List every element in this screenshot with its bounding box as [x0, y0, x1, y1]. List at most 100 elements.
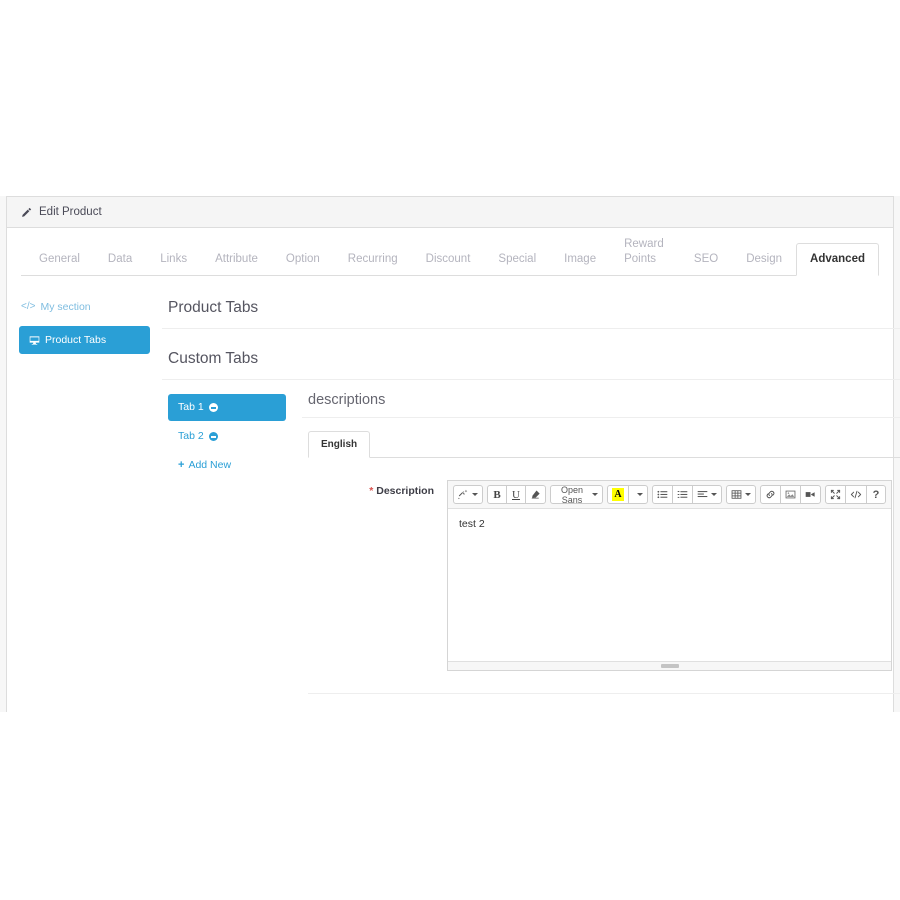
window-icon [29, 335, 40, 346]
custom-tab-2-link[interactable]: Tab 2 [168, 423, 286, 450]
eraser-icon[interactable] [525, 485, 546, 504]
tab-seo-link[interactable]: SEO [680, 243, 732, 276]
my-setting-form-row: * my setting [302, 694, 900, 712]
tab-design-link[interactable]: Design [732, 243, 796, 276]
tab-data-link[interactable]: Data [94, 243, 146, 276]
description-label: * Description [302, 480, 447, 498]
tab-option-link[interactable]: Option [272, 243, 334, 276]
tab-links[interactable]: Links [146, 243, 201, 276]
add-new-tab-button[interactable]: + Add New [168, 452, 286, 478]
custom-tabs-list: Tab 1 Tab 2 [168, 394, 286, 450]
unordered-list-icon[interactable] [652, 485, 674, 504]
picture-icon[interactable] [780, 485, 802, 504]
tab-option[interactable]: Option [272, 243, 334, 276]
custom-tab-1-link[interactable]: Tab 1 [168, 394, 286, 421]
sidebar-item-my-section-label: My section [40, 301, 91, 313]
custom-tabs-column: Tab 1 Tab 2 + Add New [162, 380, 286, 712]
advanced-main: Product Tabs Custom Tabs Tab 1 Tab 2 + A… [162, 276, 900, 712]
panel-title-text: Edit Product [39, 206, 102, 218]
sidebar-item-my-section[interactable]: </> My section [19, 298, 150, 316]
sidebar-item-product-tabs-label: Product Tabs [45, 334, 107, 346]
bold-icon[interactable]: B [487, 485, 507, 504]
add-new-tab-label: Add New [188, 459, 232, 471]
chevron-down-icon [592, 493, 599, 496]
chevron-down-icon [636, 493, 643, 496]
font-family-value: Open Sans [561, 484, 584, 505]
browser-viewport: Edit Product General Data Links Attribut… [0, 196, 900, 712]
editor-resize-handle[interactable] [660, 664, 679, 668]
highlight-a-glyph: A [612, 488, 625, 501]
tab-general[interactable]: General [25, 243, 94, 276]
magic-wand-icon[interactable] [453, 485, 483, 504]
video-icon[interactable] [800, 485, 822, 504]
custom-tab-pane: descriptions English * Description B U O… [286, 380, 900, 712]
paragraph-align-icon[interactable] [692, 485, 723, 504]
description-form-row: * Description B U Open Sans A ? test 2 [302, 458, 900, 671]
custom-tabs-row: Tab 1 Tab 2 + Add New descriptions Engli… [162, 380, 900, 712]
tab-seo[interactable]: SEO [680, 243, 732, 276]
tab-recurring-link[interactable]: Recurring [334, 243, 412, 276]
descriptions-title: descriptions [302, 380, 900, 418]
editor-toolbar: B U Open Sans A ? [448, 481, 892, 509]
toolbar-group-format: B U [487, 485, 546, 504]
text-color-dropdown[interactable] [628, 485, 649, 504]
minus-circle-icon[interactable] [208, 432, 218, 441]
description-control: B U Open Sans A ? test 2 [447, 480, 900, 671]
page-title: Edit Product [21, 206, 102, 218]
tab-recurring[interactable]: Recurring [334, 243, 412, 276]
toolbar-group-lists [652, 485, 723, 504]
tab-discount-link[interactable]: Discount [412, 243, 485, 276]
toolbar-group-color: A [607, 485, 649, 504]
tab-image[interactable]: Image [550, 243, 610, 276]
tab-advanced[interactable]: Advanced [796, 243, 879, 276]
text-color-icon[interactable]: A [607, 485, 630, 504]
plus-icon: + [178, 458, 185, 471]
edit-product-panel: Edit Product General Data Links Attribut… [6, 196, 900, 712]
tab-discount[interactable]: Discount [412, 243, 485, 276]
tab-design[interactable]: Design [732, 243, 796, 276]
link-icon[interactable] [760, 485, 782, 504]
font-family-dropdown[interactable]: Open Sans [550, 484, 604, 505]
panel-body: General Data Links Attribute Option Recu… [7, 238, 900, 712]
screenshot-root: Edit Product General Data Links Attribut… [0, 0, 900, 900]
description-editable-area[interactable]: test 2 [448, 509, 892, 661]
underline-icon[interactable]: U [506, 485, 526, 504]
tab-english[interactable]: English [308, 431, 371, 458]
tab-links-link[interactable]: Links [146, 243, 201, 276]
custom-tab-1-label: Tab 1 [178, 401, 204, 413]
chevron-down-icon [745, 493, 752, 496]
chevron-down-icon [472, 493, 478, 496]
minus-circle-icon[interactable] [208, 403, 218, 412]
code-icon: </> [21, 301, 36, 312]
toolbar-group-insert [760, 485, 822, 504]
tab-english-link[interactable]: English [308, 431, 371, 458]
custom-tab-item-2[interactable]: Tab 2 [168, 423, 286, 450]
tab-reward-points[interactable]: Reward Points [610, 228, 680, 276]
tab-special[interactable]: Special [484, 243, 550, 276]
section-title-product-tabs: Product Tabs [162, 276, 900, 329]
tab-image-link[interactable]: Image [550, 243, 610, 276]
custom-tab-item-1[interactable]: Tab 1 [168, 394, 286, 421]
panel-header: Edit Product [7, 197, 893, 228]
chevron-down-icon [711, 493, 718, 496]
summernote-editor: B U Open Sans A ? test 2 [447, 480, 893, 671]
tab-reward-points-link[interactable]: Reward Points [610, 228, 680, 276]
tab-advanced-link[interactable]: Advanced [796, 243, 879, 276]
fullscreen-icon[interactable] [825, 485, 847, 504]
tab-attribute-link[interactable]: Attribute [201, 243, 272, 276]
tab-attribute[interactable]: Attribute [201, 243, 272, 276]
help-icon[interactable]: ? [866, 485, 887, 504]
toolbar-group-view: ? [825, 485, 887, 504]
table-icon[interactable] [726, 485, 757, 504]
editor-statusbar [448, 661, 892, 670]
code-view-icon[interactable] [845, 485, 868, 504]
tab-data[interactable]: Data [94, 243, 146, 276]
tab-general-link[interactable]: General [25, 243, 94, 276]
custom-tab-2-label: Tab 2 [178, 430, 204, 442]
sidebar-item-product-tabs[interactable]: Product Tabs [19, 326, 150, 354]
ordered-list-icon[interactable] [672, 485, 694, 504]
language-tab-bar: English [308, 431, 900, 458]
required-marker: * [369, 485, 374, 497]
tab-special-link[interactable]: Special [484, 243, 550, 276]
advanced-tab-content: </> My section Product Tabs Product Tabs… [7, 276, 900, 712]
